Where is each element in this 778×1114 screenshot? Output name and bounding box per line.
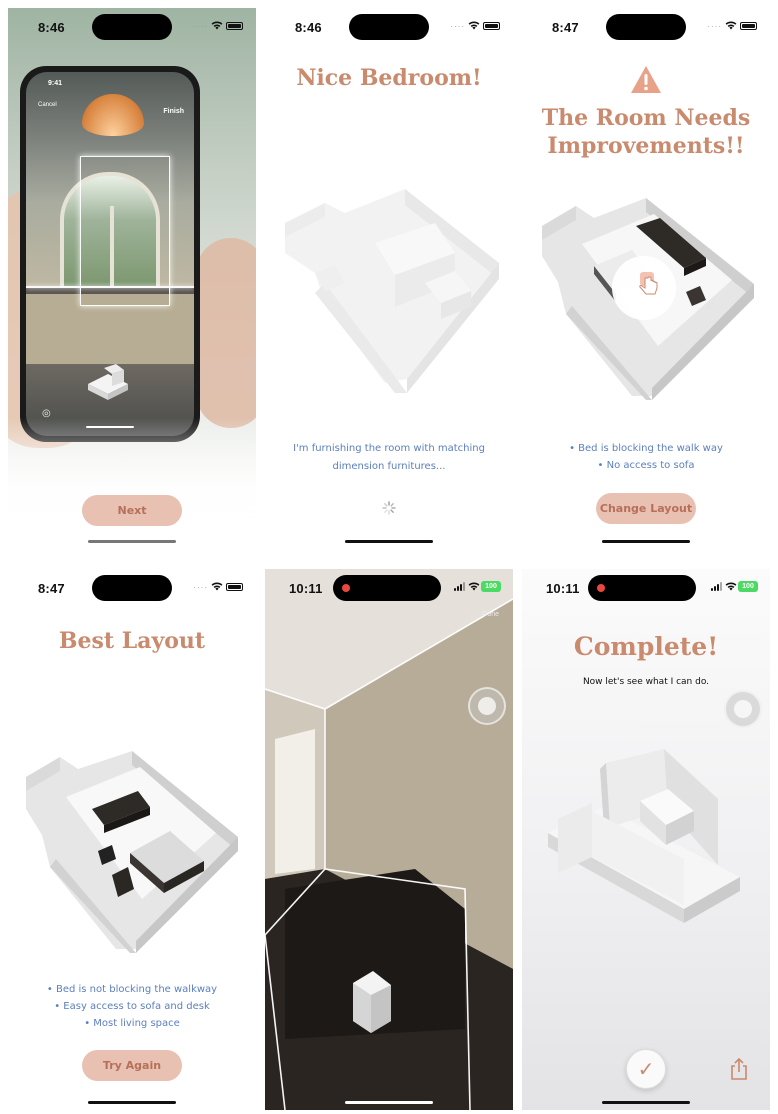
ceiling-lamp	[82, 94, 144, 136]
home-indicator	[602, 540, 690, 543]
record-dot-icon	[597, 584, 605, 592]
finish-button[interactable]: Finish	[163, 108, 184, 115]
screen-complete: 10:11 100 Complete! Now let's see what I…	[522, 569, 770, 1110]
dynamic-island	[588, 575, 696, 601]
page-subtitle: Now let's see what I can do.	[582, 677, 710, 687]
status-bar: 10:11 100	[522, 569, 770, 609]
room-model-best-layout	[26, 751, 238, 953]
room-model-bad-layout	[542, 198, 754, 400]
room-model-complete	[548, 749, 740, 923]
wifi-icon	[211, 21, 223, 30]
home-indicator	[602, 1101, 690, 1104]
signal-icon: ····	[193, 22, 208, 31]
list-item: Bed is not blocking the walkway	[8, 981, 256, 998]
battery-icon	[226, 583, 243, 591]
home-indicator	[345, 540, 433, 543]
signal-icon: ····	[193, 583, 208, 592]
phone-device: 9:41 Cancel Finish ◎	[20, 66, 200, 442]
dynamic-island	[333, 575, 441, 601]
mini-room-model	[88, 364, 128, 400]
wifi-icon	[725, 21, 737, 30]
next-button[interactable]: Next	[82, 495, 182, 526]
bottom-fade	[8, 418, 256, 549]
battery-icon	[483, 22, 500, 30]
tap-hand-icon	[639, 272, 658, 295]
wifi-icon	[468, 21, 480, 30]
status-bar: 10:11 100	[265, 569, 513, 609]
done-button[interactable]: Done	[482, 611, 499, 618]
dynamic-island	[606, 14, 686, 40]
status-time: 8:46	[295, 20, 322, 35]
home-indicator	[88, 1101, 176, 1104]
status-bar: 8:47 ····	[8, 569, 256, 609]
screen-scanning: 8:46 ···· 9:41 Cancel Finish ◎ Next	[8, 8, 256, 549]
scan-outline	[80, 156, 170, 306]
status-time: 8:46	[38, 20, 65, 35]
record-dot-icon	[342, 584, 350, 592]
status-bar: 8:46 ····	[8, 8, 256, 48]
dynamic-island	[349, 14, 429, 40]
home-indicator	[345, 1101, 433, 1104]
list-item: Most living space	[8, 1015, 256, 1032]
battery-icon: 100	[481, 581, 501, 592]
room-model-ghost	[285, 189, 499, 393]
list-item: Bed is blocking the walk way	[522, 440, 770, 457]
screen-needs-improvements: 8:47 ···· The Room Needs Improvements!! …	[522, 8, 770, 549]
hand-right	[196, 238, 256, 428]
capture-button[interactable]	[724, 690, 762, 728]
wifi-icon	[211, 582, 223, 591]
status-bar: 8:47 ····	[522, 8, 770, 48]
spinner-icon	[382, 501, 396, 515]
home-indicator	[88, 540, 176, 543]
dynamic-island	[92, 14, 172, 40]
battery-icon: 100	[738, 581, 758, 592]
screen-best-layout: 8:47 ···· Best Layout Bed is not blockin…	[8, 569, 256, 1110]
capture-button[interactable]	[468, 687, 506, 725]
wifi-icon	[725, 582, 737, 591]
status-bar: 8:46 ····	[265, 8, 513, 48]
phone-time: 9:41	[48, 80, 63, 87]
dynamic-island	[92, 575, 172, 601]
list-item: No access to sofa	[522, 457, 770, 474]
page-title: Complete!	[573, 632, 719, 661]
wifi-icon	[468, 582, 480, 591]
battery-icon	[740, 22, 757, 30]
status-time: 8:47	[552, 20, 579, 35]
camera-room-view	[265, 569, 513, 1110]
page-title: Best Layout	[58, 628, 206, 654]
scan-edge-line	[26, 286, 194, 288]
cancel-button[interactable]: Cancel	[38, 102, 57, 108]
checkmark-icon: ✓	[637, 1057, 655, 1081]
try-again-button[interactable]: Try Again	[82, 1050, 182, 1081]
page-title: Nice Bedroom!	[296, 65, 482, 91]
status-time: 10:11	[289, 581, 323, 596]
phone-camera-view: 9:41 Cancel Finish ◎	[26, 72, 194, 436]
screen-nice-bedroom: 8:46 ···· Nice Bedroom! I'm furnishing t…	[265, 8, 513, 549]
battery-icon	[226, 22, 243, 30]
confirm-button[interactable]: ✓	[626, 1049, 666, 1089]
signal-icon: ····	[450, 22, 465, 31]
list-item: Easy access to sofa and desk	[8, 998, 256, 1015]
page-title: The Room Needs Improvements!!	[541, 105, 751, 159]
signal-icon: ····	[707, 22, 722, 31]
status-time: 10:11	[546, 581, 580, 596]
issues-list: Bed is blocking the walk way No access t…	[522, 440, 770, 474]
status-time: 8:47	[38, 581, 65, 596]
benefits-list: Bed is not blocking the walkway Easy acc…	[8, 981, 256, 1032]
signal-icon	[454, 582, 466, 591]
screen-camera-scan: 10:11 100 Done	[265, 569, 513, 1110]
change-layout-button[interactable]: Change Layout	[596, 493, 696, 524]
share-icon[interactable]	[728, 1057, 750, 1081]
furnishing-message: I'm furnishing the room with matching di…	[293, 443, 485, 472]
warning-icon	[631, 66, 661, 93]
signal-icon	[711, 582, 723, 591]
